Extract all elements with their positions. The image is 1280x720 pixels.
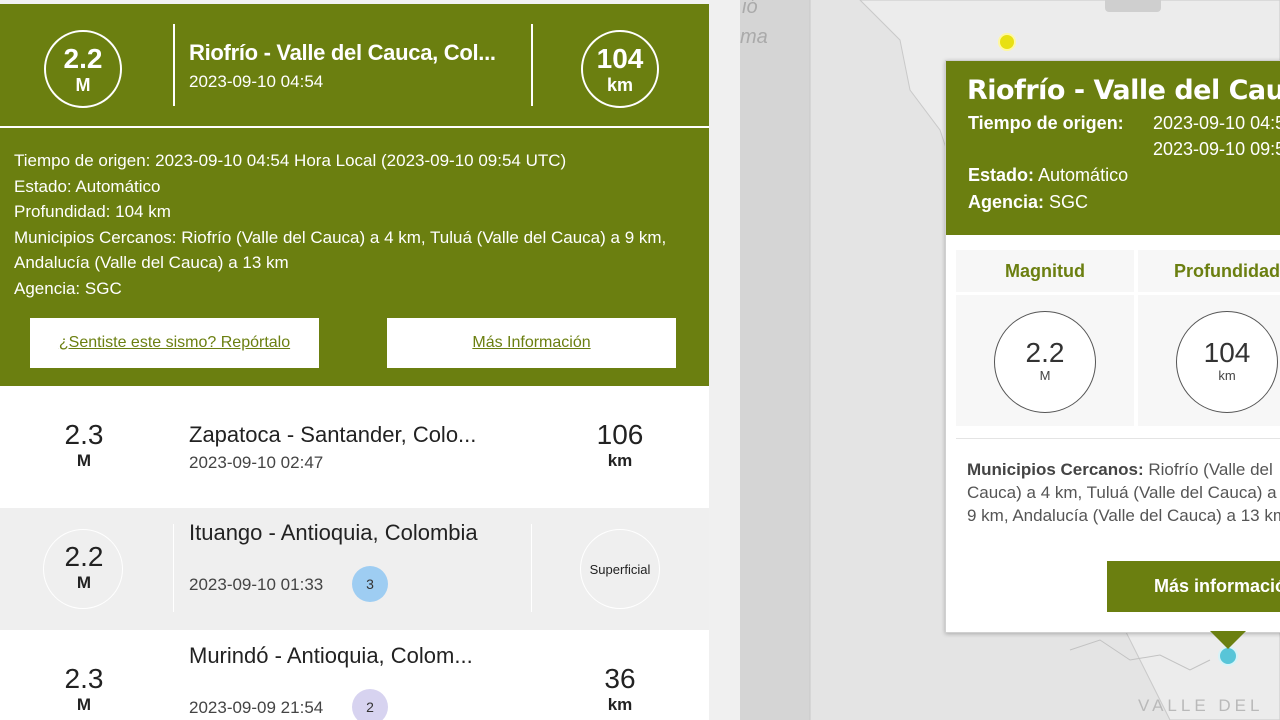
report-earthquake-button[interactable]: ¿Sentiste este sismo? Repórtalo — [30, 318, 319, 368]
agency-text: Agencia: SGC — [14, 278, 122, 298]
magnitude-value: 2.2 — [63, 43, 103, 74]
depth-value: 104 — [596, 43, 644, 74]
magnitude-value: 2.2 — [1025, 337, 1065, 368]
depth: 106 km — [580, 420, 660, 472]
map-label: ma — [740, 26, 768, 48]
magnitude-stat: Magnitud 2.2 M — [956, 250, 1134, 426]
event-list: 2.2 M Riofrío - Valle del Cauca, Col... … — [0, 0, 709, 720]
event-location: Riofrío - Valle del Cauca, Col... — [189, 40, 496, 65]
earthquake-marker[interactable] — [998, 33, 1016, 51]
magnitude-circle: 2.2 M — [994, 311, 1096, 413]
selected-event-header[interactable]: 2.2 M Riofrío - Valle del Cauca, Col... … — [0, 4, 709, 128]
magnitude-unit: M — [76, 695, 92, 714]
popup-header: Riofrío - Valle del Cauca Tiempo de orig… — [946, 61, 1280, 235]
depth-unit: km — [607, 695, 633, 714]
status-label: Estado: — [968, 165, 1035, 185]
more-info-button[interactable]: Más Información — [387, 318, 676, 368]
magnitude-unit: M — [76, 451, 92, 470]
event-row[interactable]: 2.3 M Murindó - Antioquia, Colom... 2023… — [0, 630, 709, 720]
depth-unit: km — [607, 451, 633, 470]
depth-header: Profundidad — [1138, 250, 1280, 295]
origin-time-local: 2023-09-10 04:54 — [1153, 113, 1280, 133]
event-datetime: 2023-09-10 04:54 — [189, 72, 324, 91]
event-datetime: 2023-09-10 02:47 — [189, 453, 324, 472]
magnitude: 2.3 M — [44, 420, 124, 472]
magnitude: 2.3 M — [44, 664, 124, 716]
divider — [173, 524, 174, 612]
popup-municipalities: Municipios Cercanos: Riofrío (Valle del … — [967, 458, 1280, 527]
agency-value: SGC — [1049, 192, 1089, 212]
agency-row: Agencia: SGC — [968, 192, 1088, 213]
earthquake-marker[interactable] — [1218, 646, 1238, 666]
magnitude-value: 2.3 — [64, 663, 104, 694]
status-row: Estado: Automático — [968, 165, 1128, 186]
magnitude-unit: M — [76, 573, 92, 592]
municipalities-label: Municipios Cercanos: — [967, 460, 1144, 479]
agency-label: Agencia: — [968, 192, 1045, 212]
depth: 36 km — [580, 664, 660, 716]
selected-event-card[interactable]: 2.2 M Riofrío - Valle del Cauca, Col... … — [0, 4, 709, 386]
municipalities-text: Municipios Cercanos: Riofrío (Valle del … — [14, 227, 667, 273]
depth-stat: Profundidad 104 km — [1138, 250, 1280, 426]
magnitude-value: 2.3 — [64, 419, 104, 450]
origin-time-text: Tiempo de origen: 2023-09-10 04:54 Hora … — [14, 151, 567, 170]
popup-more-info-button[interactable]: Más información — [1107, 561, 1280, 612]
popup-stats: Magnitud 2.2 M Profundidad 104 km — [956, 250, 1280, 426]
depth-circle: 104 km — [581, 30, 659, 108]
magnitude-unit: M — [75, 75, 91, 95]
depth-unit: km — [606, 75, 633, 95]
depth-circle: 104 km — [1176, 311, 1278, 413]
map-label: ió — [742, 0, 758, 18]
depth-text: Profundidad: 104 km — [14, 202, 171, 221]
magnitude: 2.2 M — [44, 542, 124, 594]
popup-title: Riofrío - Valle del Cauca — [967, 75, 1280, 106]
status-text: Estado: Automático — [14, 176, 161, 196]
origin-time-row: Tiempo de origen: — [968, 113, 1124, 134]
event-location: Zapatoca - Santander, Colo... — [189, 422, 477, 447]
event-row[interactable]: 2.3 M Zapatoca - Santander, Colo... 2023… — [0, 386, 709, 508]
event-datetime: 2023-09-10 01:33 — [189, 575, 324, 594]
event-details: Tiempo de origen: 2023-09-10 04:54 Hora … — [14, 148, 674, 301]
earthquake-app: 2.2 M Riofrío - Valle del Cauca, Col... … — [0, 0, 1280, 720]
panel-gutter — [709, 0, 740, 720]
depth-value: 106 — [596, 419, 644, 450]
status-value: Automático — [1038, 165, 1129, 185]
depth-value: 36 — [604, 663, 636, 694]
depth-unit: km — [1218, 368, 1236, 383]
divider — [531, 24, 533, 106]
event-location: Murindó - Antioquia, Colom... — [189, 643, 473, 668]
magnitude-header: Magnitud — [956, 250, 1134, 295]
event-location: Ituango - Antioquia, Colombia — [189, 520, 478, 545]
event-row[interactable]: 2.2 M Ituango - Antioquia, Colombia 2023… — [0, 508, 709, 630]
magnitude-unit: M — [1039, 368, 1051, 383]
magnitude-value: 2.2 — [64, 541, 104, 572]
felt-reports-badge[interactable]: 2 — [352, 689, 388, 720]
divider — [531, 524, 532, 612]
event-datetime: 2023-09-09 21:54 — [189, 698, 324, 717]
event-popup: Riofrío - Valle del Cauca Tiempo de orig… — [945, 60, 1280, 633]
popup-pointer — [1210, 631, 1246, 649]
origin-time-label: Tiempo de origen: — [968, 113, 1124, 133]
map-control-button[interactable] — [1105, 0, 1161, 12]
divider — [956, 438, 1280, 439]
depth-value: 104 — [1203, 337, 1251, 368]
map-region-label: VALLE DEL — [1138, 696, 1264, 715]
origin-time-utc: 2023-09-10 09:54 — [1153, 139, 1280, 159]
magnitude-circle: 2.2 M — [44, 30, 122, 108]
depth-label: Superficial — [580, 529, 660, 609]
felt-reports-badge[interactable]: 3 — [352, 566, 388, 602]
divider — [173, 24, 175, 106]
